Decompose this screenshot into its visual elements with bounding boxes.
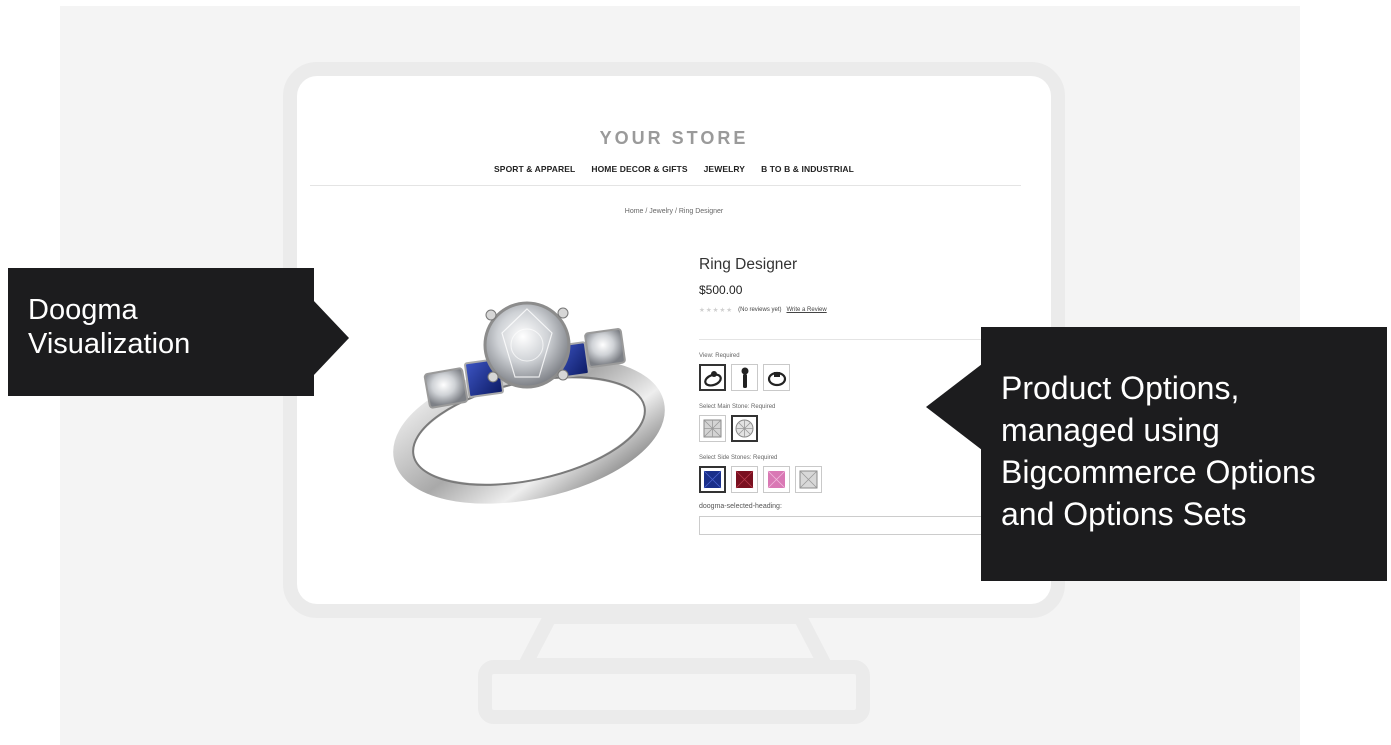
selected-heading-field[interactable]	[699, 516, 999, 535]
rating-stars: ★★★★★	[699, 307, 734, 314]
product-options-callout: Product Options, managed using Bigcommer…	[981, 327, 1387, 581]
side-stone-ruby-swatch[interactable]	[731, 466, 758, 493]
side-stone-pink-swatch[interactable]	[763, 466, 790, 493]
monitor-neck	[520, 617, 830, 665]
callout-line: and Options Sets	[1001, 496, 1247, 532]
rating-row: ★★★★★ (No reviews yet) Write a Review	[699, 306, 999, 314]
store-title[interactable]: YOUR STORE	[297, 128, 1051, 149]
monitor-base	[478, 660, 870, 724]
main-stone-round-swatch[interactable]	[731, 415, 758, 442]
sapphire-stone-icon	[703, 470, 722, 489]
product-price: $500.00	[699, 283, 743, 297]
callout-arrow-left-pointing	[926, 364, 982, 450]
monitor-frame: YOUR STORE SPORT & APPAREL HOME DECOR & …	[283, 62, 1065, 618]
nav-divider	[310, 185, 1021, 186]
side-stone-diamond-swatch[interactable]	[795, 466, 822, 493]
review-count: (No reviews yet)	[738, 307, 782, 313]
side-stones-swatches	[699, 466, 999, 493]
pink-sapphire-stone-icon	[767, 470, 786, 489]
main-stone-princess-swatch[interactable]	[699, 415, 726, 442]
info-divider	[699, 339, 999, 340]
side-stone-sapphire-swatch[interactable]	[699, 466, 726, 493]
ring-visualization-image	[393, 301, 665, 504]
view-option-label: View: Required	[699, 353, 740, 359]
diamond-stone-icon	[799, 470, 818, 489]
ring-side-icon	[741, 367, 748, 388]
princess-diamond-icon	[703, 419, 722, 438]
round-diamond-icon	[735, 419, 754, 438]
side-stones-option-label: Select Side Stones: Required	[699, 455, 778, 461]
store-screen: YOUR STORE SPORT & APPAREL HOME DECOR & …	[297, 76, 1051, 604]
nav-item-home-decor[interactable]: HOME DECOR & GIFTS	[591, 164, 687, 174]
ring-top-icon	[767, 371, 786, 386]
callout-line: Doogma	[28, 294, 138, 326]
breadcrumb[interactable]: Home / Jewelry / Ring Designer	[297, 208, 1051, 215]
product-title: Ring Designer	[699, 256, 798, 273]
ruby-stone-icon	[735, 470, 754, 489]
write-review-link[interactable]: Write a Review	[786, 307, 826, 313]
ring-angle-icon	[703, 370, 722, 387]
selected-heading-label: doogma-selected-heading:	[699, 503, 782, 510]
callout-line: Bigcommerce Options	[1001, 454, 1316, 490]
view-side-swatch[interactable]	[731, 364, 758, 391]
callout-arrow-right-pointing	[313, 300, 349, 376]
main-nav: SPORT & APPAREL HOME DECOR & GIFTS JEWEL…	[297, 164, 1051, 174]
nav-item-b2b-industrial[interactable]: B TO B & INDUSTRIAL	[761, 164, 854, 174]
nav-item-sport-apparel[interactable]: SPORT & APPAREL	[494, 164, 575, 174]
nav-item-jewelry[interactable]: JEWELRY	[704, 164, 745, 174]
callout-line: Visualization	[28, 328, 191, 360]
visualization-callout: Doogma Visualization	[8, 268, 314, 396]
callout-line: Product Options,	[1001, 370, 1240, 406]
view-angle-swatch[interactable]	[699, 364, 726, 391]
callout-line: managed using	[1001, 412, 1220, 448]
view-top-swatch[interactable]	[763, 364, 790, 391]
